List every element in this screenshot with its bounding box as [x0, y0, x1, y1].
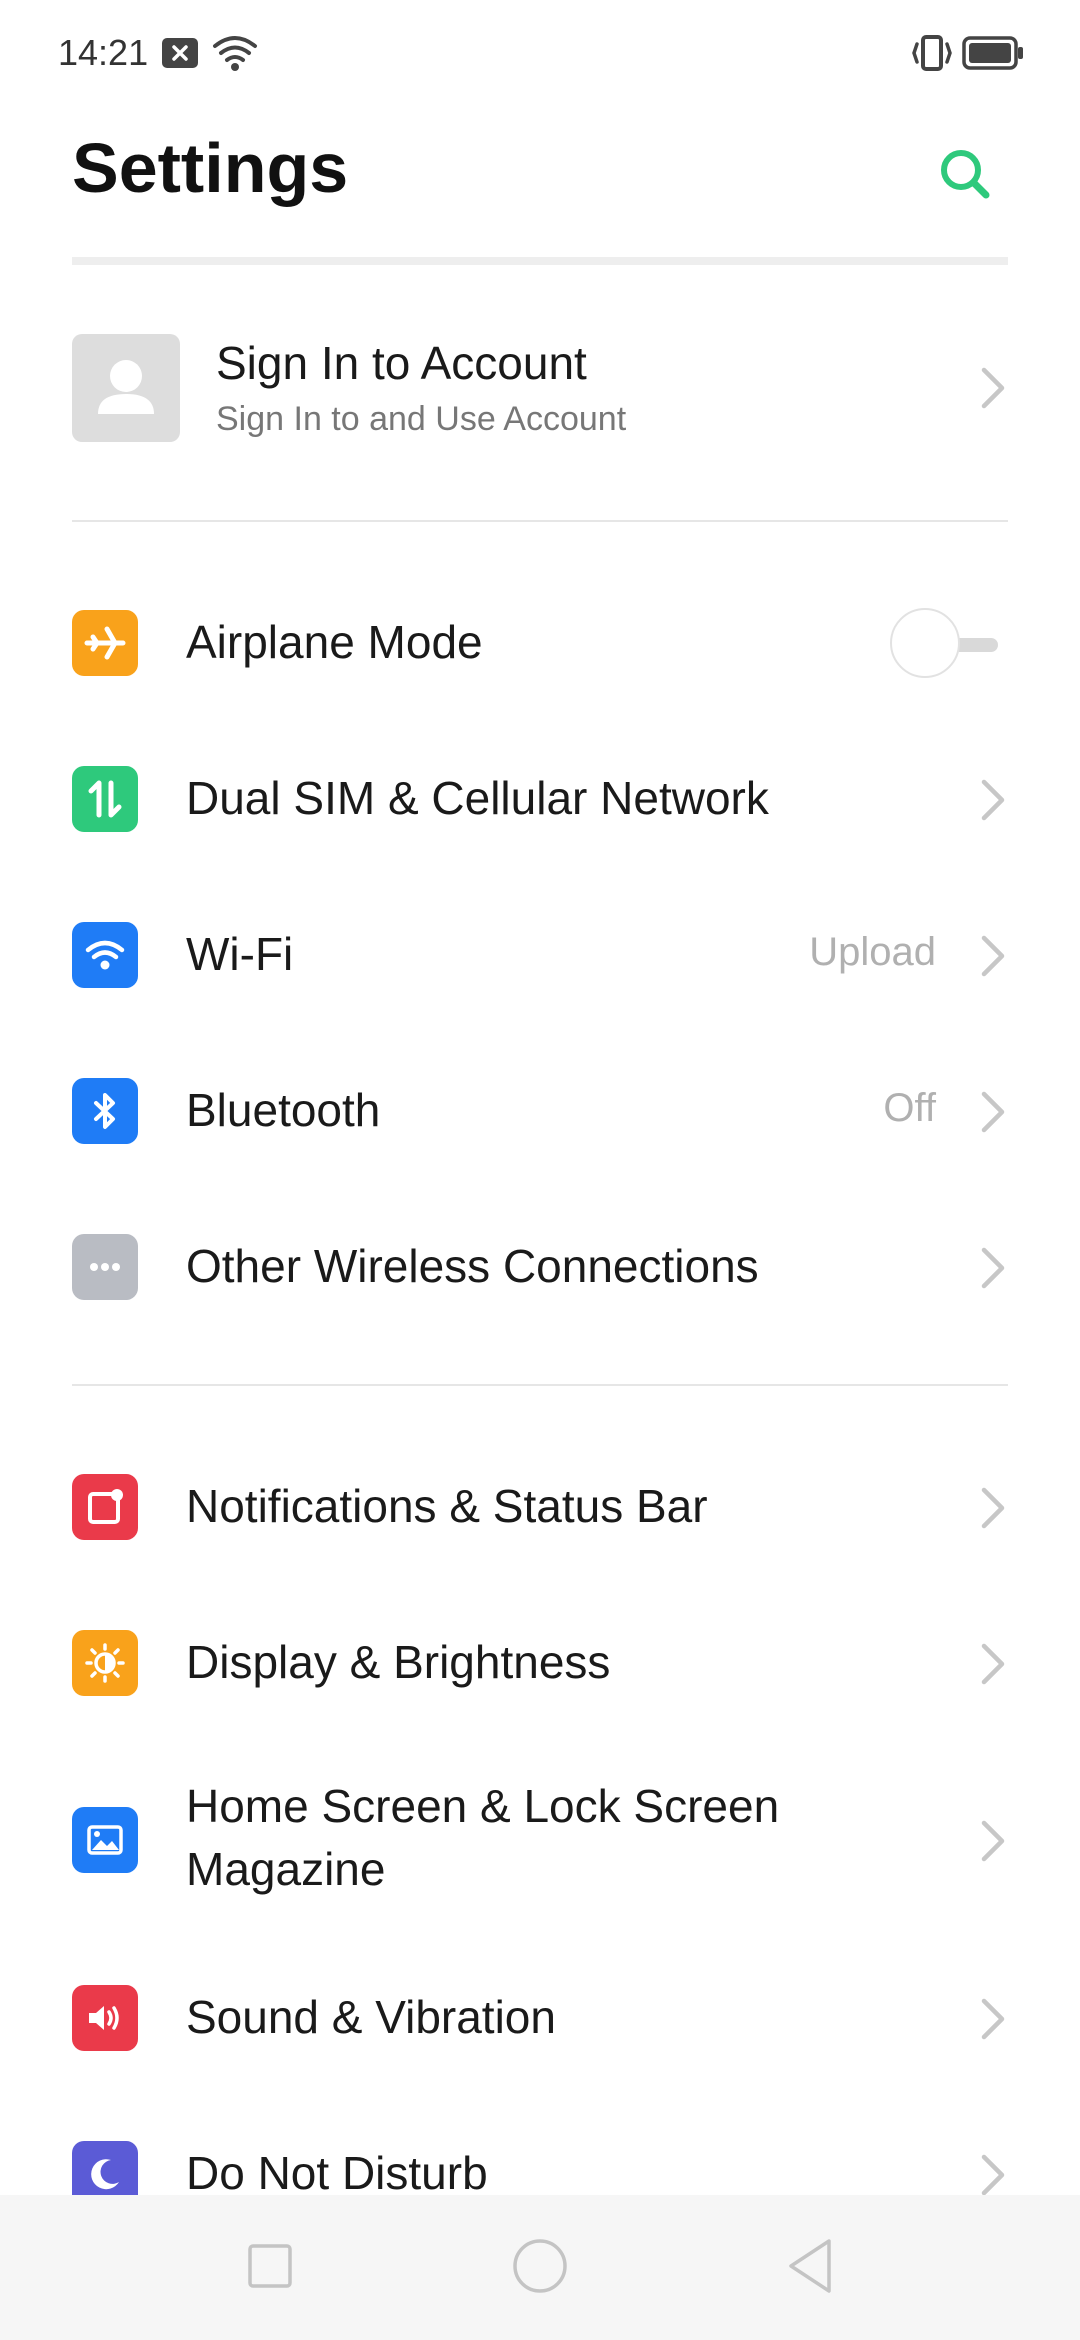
- other-wireless-row[interactable]: Other Wireless Connections: [0, 1222, 1080, 1312]
- dual-sim-label: Dual SIM & Cellular Network: [186, 772, 769, 824]
- chevron-right-icon: [981, 2154, 1005, 2195]
- battery-icon: [962, 36, 1023, 70]
- status-time: 14:21: [58, 32, 149, 73]
- wifi-icon: [72, 922, 138, 988]
- home-button[interactable]: [505, 2231, 575, 2301]
- brightness-icon: [72, 1630, 138, 1696]
- notification-x-icon: [162, 38, 198, 68]
- home-lock-screen-label-line1: Home Screen & Lock Screen: [186, 1780, 780, 1832]
- account-subtitle: Sign In to and Use Account: [216, 400, 627, 438]
- do-not-disturb-label: Do Not Disturb: [186, 2147, 488, 2195]
- notification-icon: [72, 1474, 138, 1540]
- section-divider: [72, 520, 1008, 522]
- status-bar: 14:21: [0, 0, 1080, 110]
- recent-apps-button[interactable]: [235, 2231, 305, 2301]
- notifications-label: Notifications & Status Bar: [186, 1480, 708, 1532]
- moon-icon: [72, 2141, 138, 2195]
- other-wireless-label: Other Wireless Connections: [186, 1240, 759, 1292]
- display-brightness-row[interactable]: Display & Brightness: [0, 1618, 1080, 1708]
- chevron-right-icon: [981, 1091, 1005, 1133]
- home-lock-screen-label-line2: Magazine: [186, 1843, 386, 1895]
- wifi-value: Upload: [809, 930, 936, 974]
- sound-vibration-row[interactable]: Sound & Vibration: [0, 1973, 1080, 2063]
- home-lock-screen-row[interactable]: Home Screen & Lock Screen Magazine: [0, 1775, 1080, 1905]
- bluetooth-row[interactable]: Bluetooth Off: [0, 1066, 1080, 1156]
- header-divider: [72, 257, 1008, 265]
- chevron-right-icon: [981, 1820, 1005, 1862]
- page-title: Settings: [72, 129, 349, 207]
- sign-in-account-row[interactable]: Sign In to Account Sign In to and Use Ac…: [0, 300, 1080, 475]
- navigation-bar: [0, 2195, 1080, 2340]
- airplane-mode-toggle[interactable]: [890, 606, 1010, 682]
- section-divider: [72, 1384, 1008, 1386]
- search-icon[interactable]: [930, 140, 1000, 210]
- chevron-right-icon: [981, 1643, 1005, 1685]
- cellular-arrows-icon: [72, 766, 138, 832]
- account-title: Sign In to Account: [216, 337, 587, 389]
- toggle-knob: [890, 608, 960, 678]
- chevron-right-icon: [981, 779, 1005, 821]
- speaker-icon: [72, 1985, 138, 2051]
- home-lock-screen-label: Home Screen & Lock Screen Magazine: [186, 1775, 779, 1901]
- display-brightness-label: Display & Brightness: [186, 1636, 611, 1688]
- bluetooth-value: Off: [883, 1086, 936, 1130]
- user-placeholder-icon: [98, 360, 154, 414]
- wallpaper-icon: [72, 1807, 138, 1873]
- chevron-right-icon: [981, 1487, 1005, 1529]
- bluetooth-icon: [72, 1078, 138, 1144]
- chevron-right-icon: [981, 1998, 1005, 2040]
- airplane-mode-row[interactable]: Airplane Mode: [0, 598, 1080, 688]
- wifi-label: Wi-Fi: [186, 928, 294, 980]
- do-not-disturb-row[interactable]: Do Not Disturb: [0, 2129, 1080, 2195]
- vibrate-icon: [912, 35, 952, 71]
- bluetooth-label: Bluetooth: [186, 1084, 381, 1136]
- chevron-right-icon: [981, 935, 1005, 977]
- chevron-right-icon: [981, 367, 1005, 409]
- notifications-row[interactable]: Notifications & Status Bar: [0, 1462, 1080, 1552]
- wifi-status-icon: [213, 36, 257, 71]
- wifi-row[interactable]: Wi-Fi Upload: [0, 910, 1080, 1000]
- chevron-right-icon: [981, 1247, 1005, 1289]
- dual-sim-row[interactable]: Dual SIM & Cellular Network: [0, 754, 1080, 844]
- sound-vibration-label: Sound & Vibration: [186, 1991, 556, 2043]
- airplane-mode-label: Airplane Mode: [186, 616, 483, 668]
- airplane-icon: [72, 610, 138, 676]
- avatar: [72, 334, 180, 442]
- back-button[interactable]: [775, 2231, 845, 2301]
- more-dots-icon: [72, 1234, 138, 1300]
